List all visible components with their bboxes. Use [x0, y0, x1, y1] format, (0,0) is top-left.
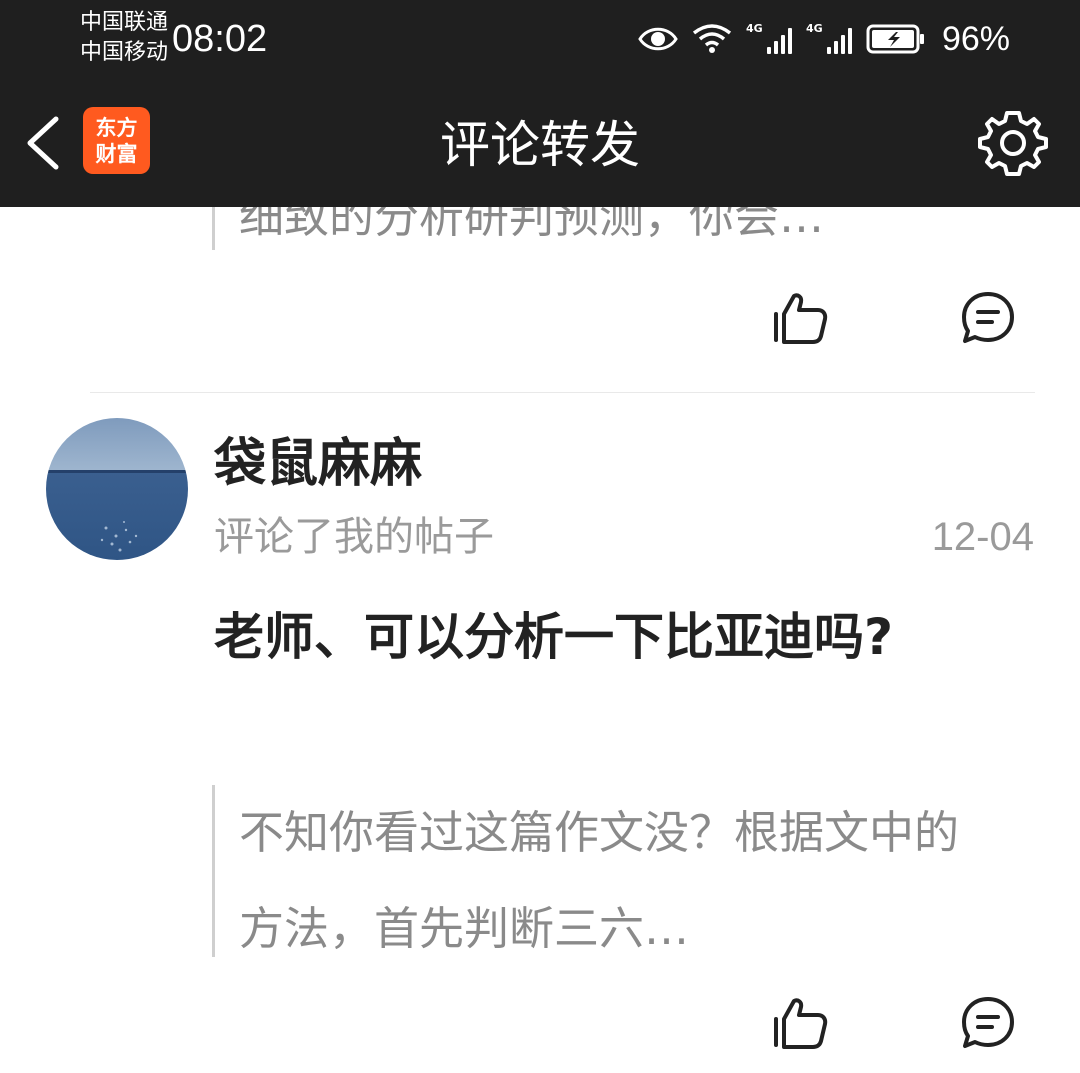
signal-icon: 4G [745, 22, 792, 54]
divider [90, 392, 1035, 393]
wifi-icon [692, 24, 732, 53]
logo-line-2: 财富 [95, 141, 138, 166]
eye-icon [638, 27, 678, 51]
post-actions [770, 290, 1020, 346]
page-title: 评论转发 [440, 116, 640, 174]
timestamp: 12-04 [931, 515, 1034, 559]
activity-description: 评论了我的帖子 [214, 514, 494, 560]
quoted-post-text: 细致的分析研判预测，你会… [239, 207, 825, 243]
avatar-image [46, 418, 188, 560]
app-header: 评论转发 [0, 85, 1080, 207]
signal-icon: 4G [805, 22, 852, 54]
thumbs-up-icon[interactable] [770, 995, 830, 1051]
app-logo[interactable]: 东方 财富 [83, 107, 150, 174]
username[interactable]: 袋鼠麻麻 [214, 432, 422, 496]
avatar[interactable] [46, 418, 188, 560]
thumbs-up-icon[interactable] [770, 290, 830, 346]
logo-line-1: 东方 [95, 115, 138, 140]
carrier-1: 中国联通 [80, 10, 169, 35]
carrier-2: 中国移动 [80, 40, 169, 65]
signal-1-label: 4G [745, 22, 763, 35]
quoted-post[interactable]: 不知你看过这篇作文没？根据文中的方法，首先判断三六… [212, 785, 999, 957]
gear-icon[interactable] [977, 107, 1049, 179]
status-time: 08:02 [172, 18, 268, 60]
post-actions [770, 995, 1020, 1051]
system-icons: 4G 4G 96% [638, 18, 1010, 60]
carrier-labels: 中国联通 中国移动 [80, 8, 168, 68]
comment-bubble-icon[interactable] [960, 995, 1016, 1051]
comment-bubble-icon[interactable] [960, 290, 1016, 346]
comment-text[interactable]: 老师、可以分析一下比亚迪吗? [214, 597, 994, 677]
comment-feed[interactable]: 细致的分析研判预测，你会… 袋鼠麻麻 评论了我的帖子 12-04 老师、可以分析… [0, 207, 1080, 1073]
quoted-post[interactable]: 细致的分析研判预测，你会… [212, 207, 824, 250]
battery-percentage: 96% [941, 19, 1010, 58]
signal-2-label: 4G [805, 22, 823, 35]
status-bar: 中国联通 中国移动 08:02 4G 4G 96% [0, 0, 1080, 85]
quoted-post-text: 不知你看过这篇作文没？根据文中的方法，首先判断三六… [239, 806, 960, 955]
battery-charging-icon [866, 24, 924, 54]
